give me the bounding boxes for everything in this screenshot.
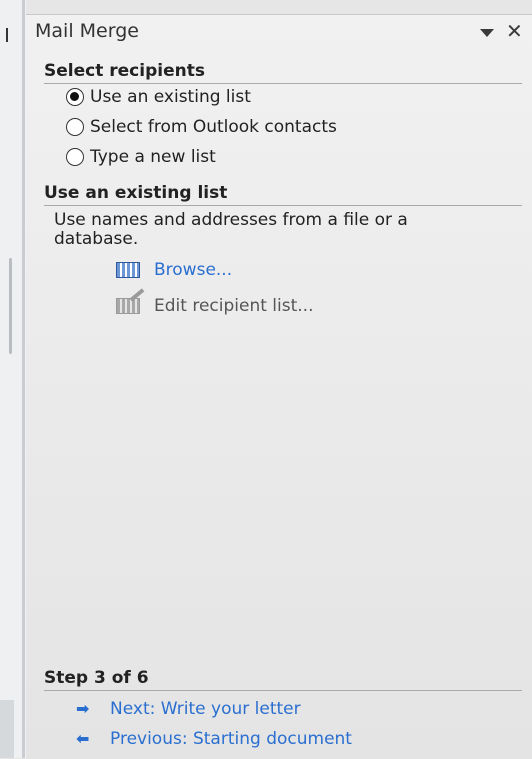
radio-unchecked-icon[interactable]	[66, 118, 84, 136]
radio-label: Type a new list	[90, 147, 216, 167]
radio-label: Select from Outlook contacts	[90, 117, 337, 137]
existing-list-description: Use names and addresses from a file or a…	[54, 210, 408, 249]
document-edge	[0, 0, 26, 758]
next-label: Next: Write your letter	[110, 699, 301, 719]
right-arrow-icon: ➡	[76, 699, 90, 718]
previous-label: Previous: Starting document	[110, 729, 352, 749]
browse-link[interactable]: Browse...	[116, 258, 232, 282]
pane-title-bar: Mail Merge ✕	[26, 15, 532, 47]
radio-use-existing-list[interactable]: Use an existing list	[66, 85, 251, 109]
ruler-tick	[6, 28, 8, 42]
browse-label: Browse...	[154, 260, 233, 280]
step-label: Step 3 of 6	[44, 668, 522, 691]
next-step-link[interactable]: ➡ Next: Write your letter	[76, 697, 301, 721]
close-icon[interactable]: ✕	[506, 20, 523, 42]
radio-type-new-list[interactable]: Type a new list	[66, 145, 216, 169]
mail-merge-task-pane: Mail Merge ✕ Select recipients Use an ex…	[26, 14, 532, 759]
select-recipients-heading: Select recipients	[44, 61, 522, 84]
dropdown-arrow-icon[interactable]	[480, 29, 494, 37]
existing-list-heading: Use an existing list	[44, 183, 522, 206]
table-icon	[116, 262, 140, 278]
previous-step-link[interactable]: ⬅ Previous: Starting document	[76, 727, 352, 751]
radio-select-outlook-contacts[interactable]: Select from Outlook contacts	[66, 115, 337, 139]
edit-recipient-list-link: Edit recipient list...	[116, 288, 314, 318]
edit-label: Edit recipient list...	[154, 296, 314, 316]
pane-title: Mail Merge	[35, 20, 139, 42]
radio-unchecked-icon[interactable]	[66, 148, 84, 166]
edit-table-icon	[116, 288, 145, 314]
pane-splitter[interactable]	[22, 0, 25, 758]
left-arrow-icon: ⬅	[76, 729, 90, 748]
radio-checked-icon[interactable]	[66, 88, 84, 106]
radio-label: Use an existing list	[90, 87, 251, 107]
vertical-scroll-indicator[interactable]	[9, 258, 12, 354]
document-corner	[0, 700, 14, 758]
